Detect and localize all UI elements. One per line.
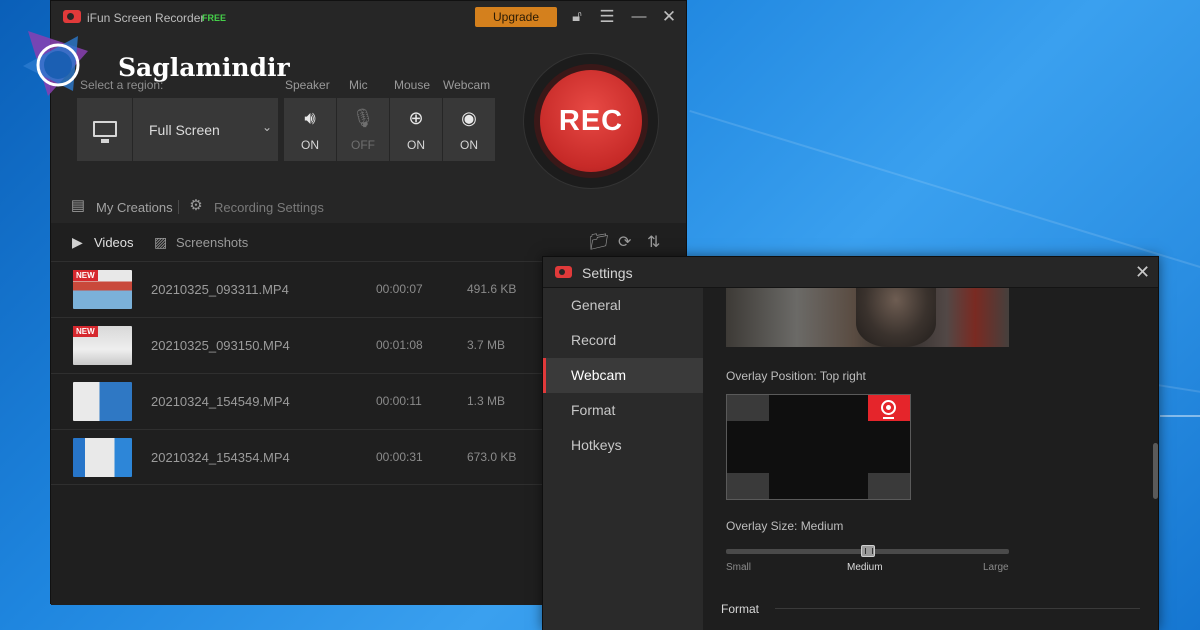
app-title: iFun Screen Recorder <box>87 11 205 25</box>
slider-label-small: Small <box>726 562 752 573</box>
nav-record[interactable]: Record <box>543 323 703 358</box>
settings-content: Overlay Position: Top right Overlay Size… <box>703 288 1158 630</box>
tab-screenshots[interactable]: Screenshots <box>176 235 248 250</box>
settings-title-bar: Settings ✕ <box>543 257 1158 288</box>
nav-label: General <box>571 297 621 313</box>
position-top-left[interactable] <box>727 395 769 421</box>
rec-button[interactable]: REC <box>540 70 642 172</box>
sort-icon[interactable]: ⇅ <box>647 232 660 252</box>
webcam-state: ON <box>460 138 478 152</box>
settings-title: Settings <box>582 265 633 281</box>
video-icon: ▶ <box>72 234 83 250</box>
monitor-icon <box>93 121 117 143</box>
gear-icon: ⚙ <box>189 197 203 214</box>
rec-button-frame: REC <box>523 53 659 189</box>
my-creations-link[interactable]: My Creations <box>96 200 173 215</box>
position-top-right[interactable] <box>868 395 910 421</box>
bottom-links: ▤ My Creations ⚙ Recording Settings <box>51 197 686 219</box>
nav-webcam[interactable]: Webcam <box>543 358 703 393</box>
speaker-label: Speaker <box>285 78 330 92</box>
nav-label: Hotkeys <box>571 437 622 453</box>
settings-dialog: Settings ✕ General Record Webcam Format … <box>542 256 1159 630</box>
nav-label: Record <box>571 332 617 348</box>
file-size: 491.6 KB <box>467 282 517 296</box>
speaker-state: ON <box>301 138 319 152</box>
file-name: 20210325_093311.MP4 <box>151 282 289 297</box>
position-bottom-right[interactable] <box>868 473 910 499</box>
close-icon[interactable]: ✕ <box>1135 262 1150 283</box>
webcam-toggle[interactable]: ◉ ON <box>443 98 495 161</box>
menu-icon[interactable]: ☰ <box>597 7 617 27</box>
video-thumbnail <box>73 438 132 477</box>
file-name: 20210325_093150.MP4 <box>151 338 290 353</box>
slider-thumb[interactable] <box>860 545 875 557</box>
format-section-heading: Format <box>721 602 760 616</box>
close-icon[interactable]: ✕ <box>659 7 679 27</box>
mic-state: OFF <box>351 138 375 152</box>
watermark-text: Saglamindir <box>118 53 290 82</box>
file-size: 673.0 KB <box>467 450 517 464</box>
chevron-down-icon: ⌄ <box>261 120 272 134</box>
overlay-position-picker <box>726 394 911 500</box>
file-size: 3.7 MB <box>467 338 506 352</box>
edition-badge: FREE <box>202 13 227 23</box>
overlay-size-label: Overlay Size: Medium <box>726 519 844 533</box>
my-creations-icon: ▤ <box>70 197 86 214</box>
file-size: 1.3 MB <box>467 394 506 408</box>
mouse-state: ON <box>407 138 425 152</box>
overlay-position-label: Overlay Position: Top right <box>726 369 866 383</box>
webcam-icon <box>881 400 896 419</box>
nav-label: Webcam <box>571 367 626 383</box>
file-duration: 00:01:08 <box>376 338 423 352</box>
desktop-streak <box>1160 415 1200 417</box>
mic-label: Mic <box>349 78 368 92</box>
webcam-preview-subject <box>856 288 936 347</box>
video-thumbnail <box>73 382 132 421</box>
slider-label-medium: Medium <box>847 562 883 573</box>
app-logo-icon <box>555 266 572 278</box>
file-duration: 00:00:07 <box>376 282 423 296</box>
recording-settings-link[interactable]: Recording Settings <box>214 200 324 215</box>
webcam-label: Webcam <box>443 78 491 92</box>
folder-icon[interactable]: 📁︎ <box>589 232 609 252</box>
title-bar: iFun Screen Recorder FREE Upgrade 🔓︎ ☰ —… <box>51 1 686 33</box>
position-bottom-left[interactable] <box>727 473 769 499</box>
speaker-toggle[interactable]: 🔊︎ ON <box>284 98 336 161</box>
webcam-icon: ◉ <box>461 108 477 128</box>
mic-toggle[interactable]: 🎙︎ OFF <box>337 98 389 161</box>
settings-sidebar: General Record Webcam Format Hotkeys <box>543 288 703 630</box>
nav-label: Format <box>571 402 616 418</box>
mouse-icon: ⊕ <box>408 108 424 128</box>
new-badge: NEW <box>73 270 98 281</box>
image-icon: ▨ <box>154 234 168 250</box>
refresh-icon[interactable]: ⟳ <box>618 232 631 252</box>
full-screen-mode-button[interactable] <box>77 98 132 161</box>
lock-icon[interactable]: 🔓︎ <box>567 7 587 27</box>
nav-hotkeys[interactable]: Hotkeys <box>543 428 703 463</box>
slider-label-large: Large <box>983 562 1009 573</box>
saglamindir-logo <box>23 31 88 96</box>
webcam-preview <box>726 288 1009 347</box>
region-select[interactable]: Full Screen ⌄ <box>133 98 278 161</box>
link-divider <box>178 200 179 214</box>
region-value: Full Screen <box>149 122 220 138</box>
mouse-label: Mouse <box>394 78 431 92</box>
new-badge: NEW <box>73 326 98 337</box>
nav-general[interactable]: General <box>543 288 703 323</box>
mic-icon: 🎙︎ <box>351 108 375 128</box>
speaker-icon: 🔊︎ <box>304 108 316 128</box>
file-name: 20210324_154354.MP4 <box>151 450 290 465</box>
minimize-icon[interactable]: — <box>629 7 649 27</box>
upgrade-button[interactable]: Upgrade <box>475 7 557 27</box>
tab-videos[interactable]: Videos <box>94 235 134 250</box>
nav-format[interactable]: Format <box>543 393 703 428</box>
file-duration: 00:00:11 <box>376 394 422 408</box>
file-duration: 00:00:31 <box>376 450 423 464</box>
mouse-toggle[interactable]: ⊕ ON <box>390 98 442 161</box>
file-name: 20210324_154549.MP4 <box>151 394 290 409</box>
section-divider <box>775 608 1140 609</box>
scrollbar[interactable] <box>1153 443 1158 499</box>
